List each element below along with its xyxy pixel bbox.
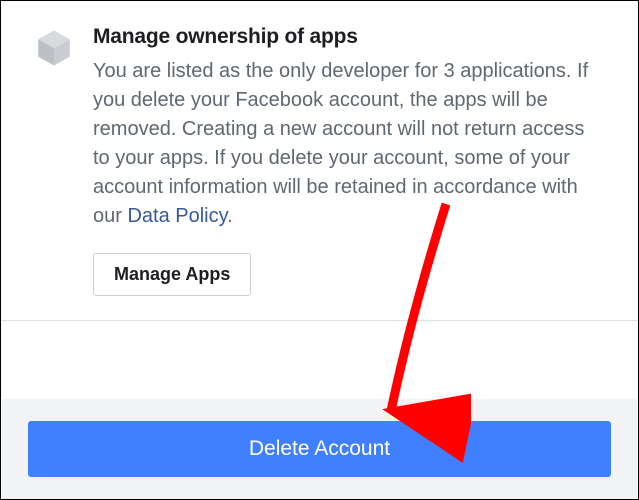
manage-apps-button[interactable]: Manage Apps — [93, 253, 251, 296]
section-body: You are listed as the only developer for… — [93, 57, 606, 231]
delete-account-button[interactable]: Delete Account — [28, 421, 611, 477]
body-text-after: . — [227, 205, 233, 227]
data-policy-link[interactable]: Data Policy — [127, 205, 227, 227]
body-text-before: You are listed as the only developer for… — [93, 60, 588, 227]
section-heading: Manage ownership of apps — [93, 25, 606, 49]
dialog-container: Manage ownership of apps You are listed … — [0, 0, 639, 500]
footer-bar: Delete Account — [2, 399, 637, 499]
text-column: Manage ownership of apps You are listed … — [93, 25, 606, 296]
content-section: Manage ownership of apps You are listed … — [1, 1, 638, 321]
cube-icon — [33, 27, 75, 74]
